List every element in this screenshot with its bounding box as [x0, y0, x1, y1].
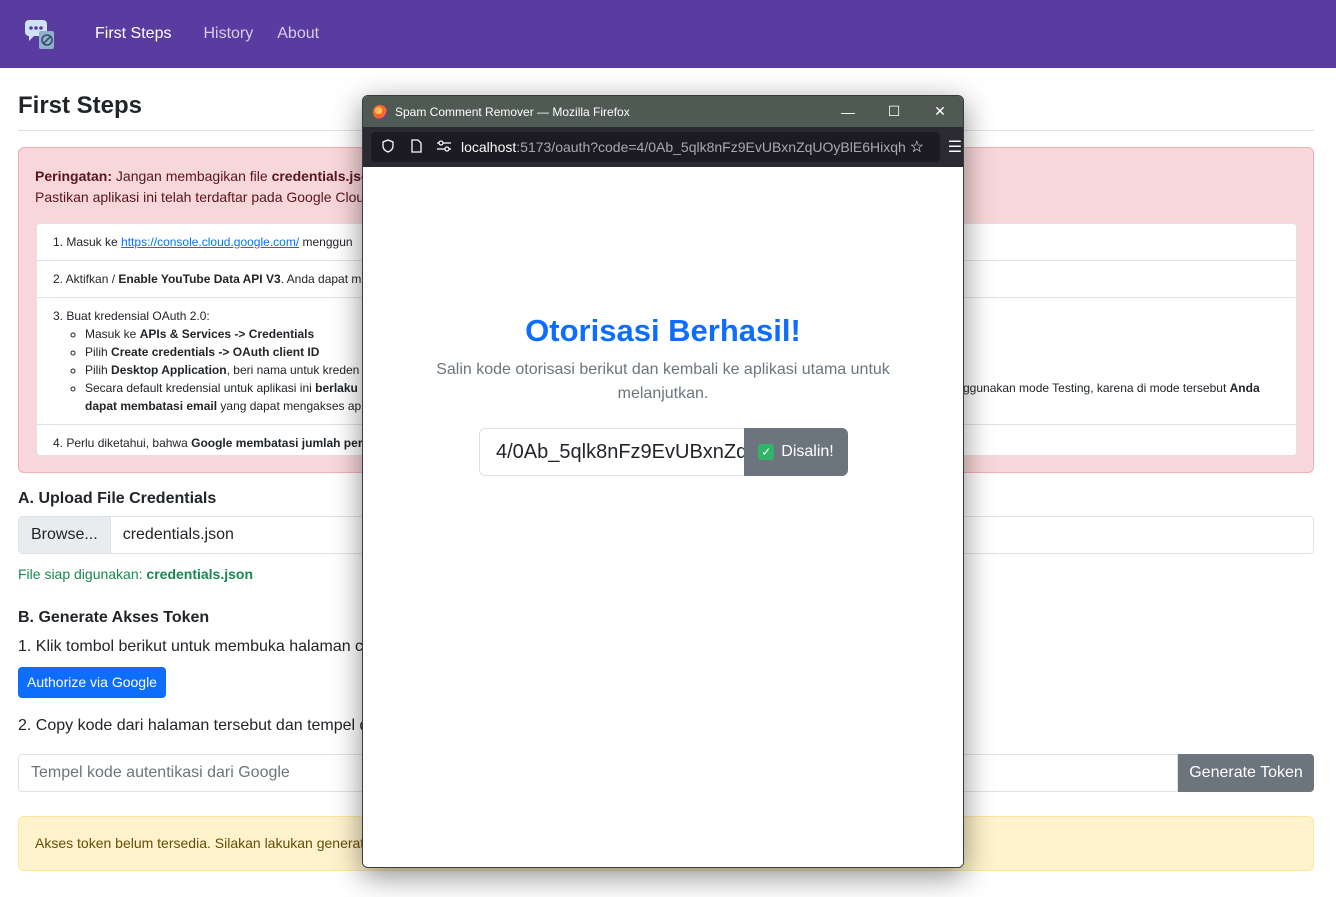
- generate-token-button[interactable]: Generate Token: [1178, 754, 1314, 792]
- page-icon[interactable]: [405, 138, 427, 156]
- step-3-item-4-right: ggunakan mode Testing, karena di mode te…: [963, 381, 1260, 395]
- minimize-icon[interactable]: —: [825, 96, 871, 127]
- permissions-icon[interactable]: [433, 139, 455, 156]
- window-title-bar[interactable]: Spam Comment Remover — Mozilla Firefox —…: [363, 96, 963, 127]
- browser-toolbar: localhost:5173/oauth?code=4/0Ab_5qlk8nFz…: [363, 127, 963, 167]
- close-icon[interactable]: ✕: [917, 96, 963, 127]
- section-a-heading: A. Upload File Credentials: [18, 490, 217, 507]
- window-title: Spam Comment Remover — Mozilla Firefox: [395, 104, 630, 119]
- selected-file-name: credentials.json: [122, 526, 234, 543]
- firefox-popup-window: Spam Comment Remover — Mozilla Firefox —…: [362, 95, 964, 868]
- shield-icon[interactable]: [377, 138, 399, 156]
- popup-content: Otorisasi Berhasil! Salin kode otorisasi…: [363, 167, 963, 867]
- step-b2-text: 2. Copy kode dari halaman tersebut dan t…: [18, 717, 369, 734]
- browse-button[interactable]: Browse...: [19, 517, 111, 553]
- navbar: First Steps History About: [0, 0, 1336, 68]
- nav-about[interactable]: About: [277, 25, 319, 43]
- authorize-google-button[interactable]: Authorize via Google: [18, 667, 166, 698]
- url-text[interactable]: localhost:5173/oauth?code=4/0Ab_5qlk8nFz…: [461, 139, 906, 155]
- nav-first-steps[interactable]: First Steps: [95, 25, 171, 43]
- success-description: Salin kode otorisasi berikut dan kembali…: [436, 361, 890, 402]
- file-ready-message: File siap digunakan: credentials.json: [18, 566, 254, 582]
- app-logo-icon[interactable]: [24, 17, 58, 51]
- section-b-heading: B. Generate Akses Token: [18, 609, 210, 626]
- success-title: Otorisasi Berhasil!: [525, 313, 801, 348]
- warning-label: Peringatan:: [35, 168, 113, 184]
- copied-button[interactable]: ✓ Disalin!: [744, 428, 848, 476]
- hamburger-menu-icon[interactable]: ☰: [948, 137, 962, 157]
- check-icon: ✓: [758, 444, 775, 460]
- url-bar[interactable]: localhost:5173/oauth?code=4/0Ab_5qlk8nFz…: [371, 132, 940, 162]
- google-cloud-console-link[interactable]: https://console.cloud.google.com/: [121, 235, 299, 249]
- star-icon[interactable]: ☆: [906, 137, 928, 157]
- auth-code-field[interactable]: 4/0Ab_5qlk8nFz9EvUBxnZqUOyBlE6Hixqh: [479, 428, 745, 476]
- nav-history[interactable]: History: [203, 25, 253, 43]
- firefox-icon: [373, 104, 387, 119]
- step-b1-text: 1. Klik tombol berikut untuk membuka hal…: [18, 638, 364, 655]
- maximize-icon[interactable]: ☐: [871, 96, 917, 127]
